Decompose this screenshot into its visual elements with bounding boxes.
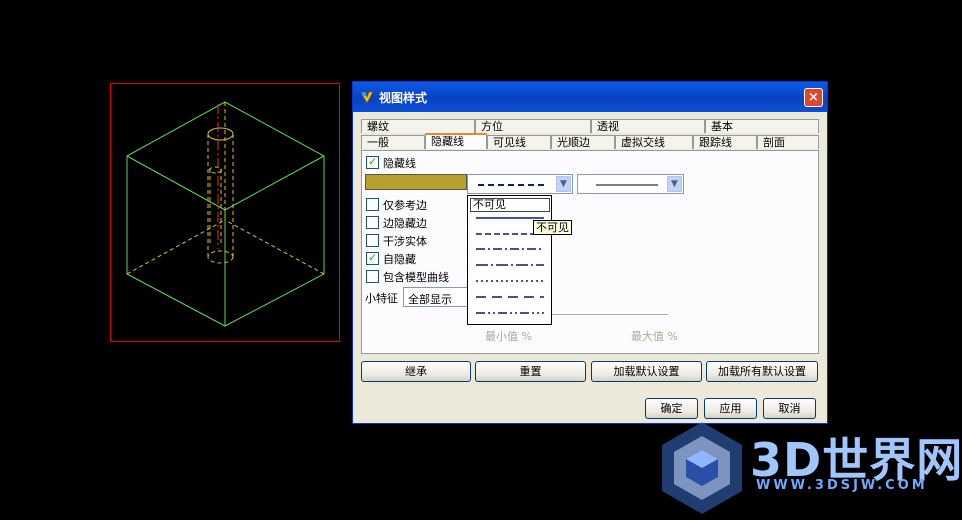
watermark-logo: 3D世界网 WWW.3DSJW.COM <box>656 418 962 518</box>
line-style-combo[interactable]: ▼ <box>467 174 573 194</box>
tab-trace-lines[interactable]: 跟踪线 <box>693 135 757 149</box>
self-hidden-checkbox[interactable]: ✓ <box>366 251 379 265</box>
inherit-button[interactable]: 继承 <box>361 361 471 382</box>
line-weight-combo[interactable]: ▼ <box>577 174 684 194</box>
tab-basic[interactable]: 基本 <box>705 119 819 133</box>
dropdown-selected-item[interactable]: 不可见 <box>470 198 550 212</box>
app-icon <box>360 91 374 104</box>
load-all-default-button[interactable]: 加载所有默认设置 <box>706 361 818 382</box>
tab-virtual-intersections[interactable]: 虚拟交线 <box>615 135 693 149</box>
tab-general[interactable]: 一般 <box>361 135 425 149</box>
reference-edges-checkbox[interactable] <box>366 198 379 211</box>
close-button[interactable]: × <box>804 88 823 107</box>
check-icon: ✓ <box>368 251 378 264</box>
line-color-swatch[interactable] <box>365 174 467 190</box>
edge-hidden-edges-label: 边隐藏边 <box>383 217 427 230</box>
close-icon: × <box>808 90 819 105</box>
tab-orientation[interactable]: 方位 <box>475 119 591 133</box>
small-feature-combo[interactable]: 全部显示 <box>403 287 473 307</box>
solid-line-preview-icon <box>596 184 658 186</box>
apply-button[interactable]: 应用 <box>704 398 757 419</box>
tab-perspective[interactable]: 透视 <box>591 119 705 133</box>
graphics-viewport[interactable] <box>110 83 340 342</box>
view-style-dialog: 视图样式 × 螺纹 方位 透视 基本 一般 隐藏线 可见线 光顺边 虚拟交线 跟… <box>352 81 828 424</box>
interference-solids-checkbox[interactable] <box>366 234 379 247</box>
interference-solids-label: 干涉实体 <box>383 235 427 248</box>
tab-hidden-lines[interactable]: 隐藏线 <box>425 133 487 149</box>
small-feature-label: 小特征 <box>365 292 398 305</box>
edge-hidden-edges-checkbox[interactable] <box>366 216 379 229</box>
load-default-button[interactable]: 加载默认设置 <box>591 361 702 382</box>
hidden-lines-label: 隐藏线 <box>383 157 416 170</box>
watermark-url: WWW.3DSJW.COM <box>756 478 928 493</box>
include-model-curves-checkbox[interactable] <box>366 270 379 283</box>
max-value-label: 最大值 % <box>631 330 678 343</box>
ok-button[interactable]: 确定 <box>645 398 698 419</box>
check-icon: ✓ <box>368 155 378 168</box>
small-feature-value: 全部显示 <box>408 293 452 306</box>
reference-edges-label: 仅参考边 <box>383 199 427 212</box>
tab-section[interactable]: 剖面 <box>757 135 819 149</box>
self-hidden-label: 自隐藏 <box>383 253 416 266</box>
min-value-label: 最小值 % <box>485 330 532 343</box>
include-model-curves-label: 包含模型曲线 <box>383 271 449 284</box>
hidden-lines-checkbox[interactable]: ✓ <box>366 155 379 169</box>
chevron-down-icon[interactable]: ▼ <box>556 176 571 192</box>
tooltip: 不可见 <box>533 220 572 235</box>
small-feature-slider[interactable] <box>533 314 668 315</box>
reset-button[interactable]: 重置 <box>475 361 586 382</box>
dialog-title: 视图样式 <box>379 91 428 105</box>
chevron-down-icon[interactable]: ▼ <box>667 176 682 192</box>
cube-logo-icon <box>662 422 742 514</box>
cancel-button[interactable]: 取消 <box>763 398 816 419</box>
tab-visible-lines[interactable]: 可见线 <box>487 135 551 149</box>
tab-smooth-edges[interactable]: 光顺边 <box>551 135 615 149</box>
line-style-dropdown-list[interactable]: 不可见 <box>467 195 552 325</box>
isometric-block-drawing <box>126 101 325 327</box>
title-bar[interactable]: 视图样式 × <box>353 82 827 112</box>
tab-thread[interactable]: 螺纹 <box>361 119 475 133</box>
dashed-line-preview-icon <box>478 184 548 186</box>
